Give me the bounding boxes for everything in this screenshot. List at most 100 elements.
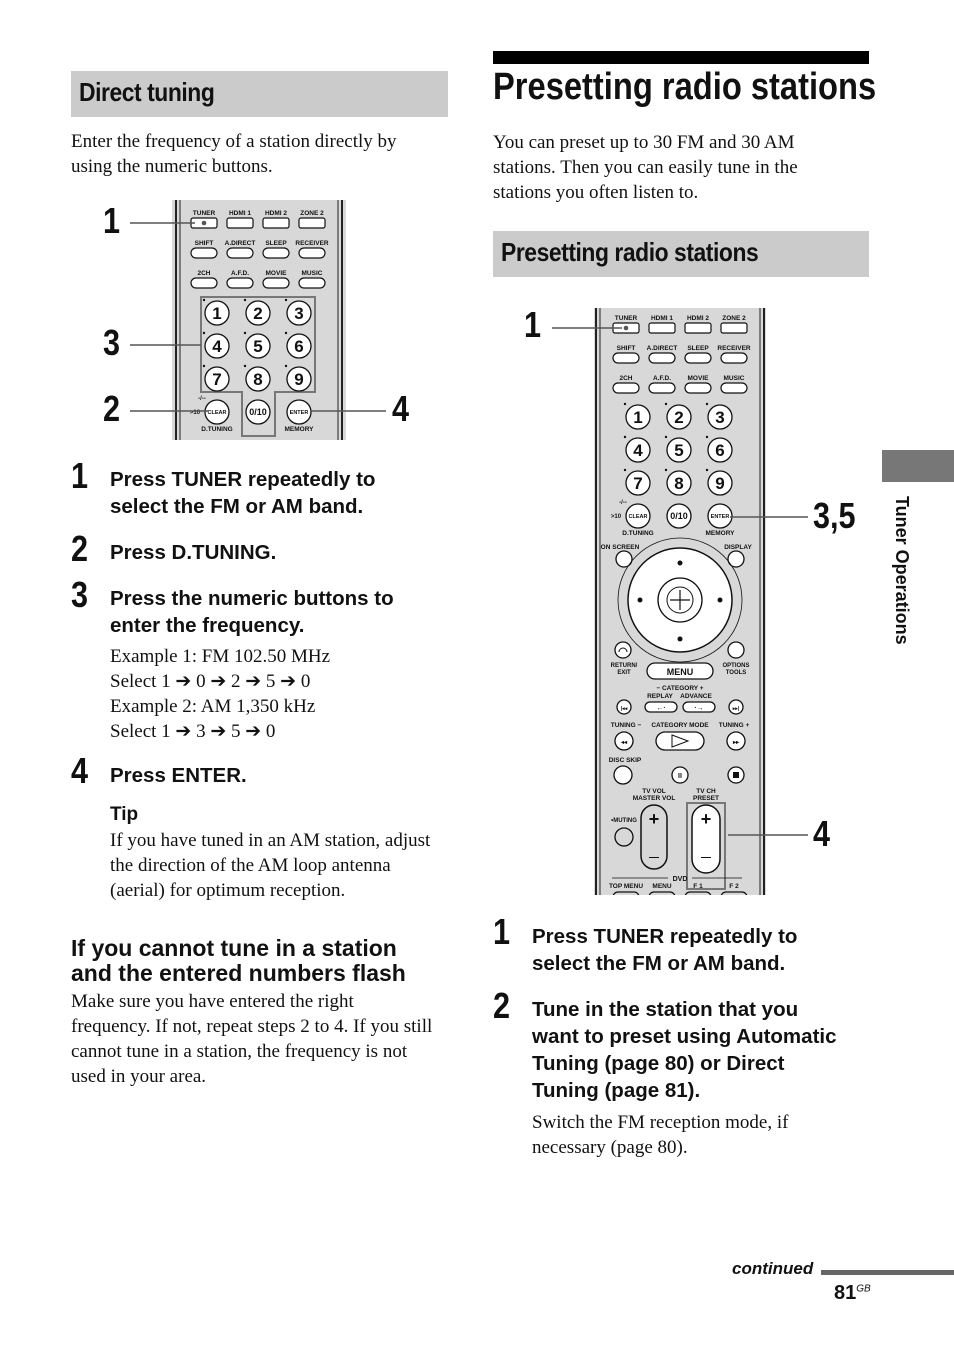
- arrow-up-icon[interactable]: [677, 560, 683, 566]
- movie-button[interactable]: [262, 277, 290, 289]
- zone-2-button[interactable]: [720, 322, 748, 334]
- f-2-button[interactable]: [720, 891, 748, 895]
- remote-label: ▸▸: [732, 740, 740, 746]
- muting-button[interactable]: [614, 827, 634, 847]
- remote-label: CATEGORY MODE: [651, 722, 709, 729]
- intro-paragraph: Enter the frequency of a station directl…: [71, 129, 451, 179]
- digit-label: 5: [253, 337, 262, 356]
- play-button[interactable]: [655, 731, 705, 751]
- digit-label: 4: [212, 337, 222, 356]
- title-rule: [493, 51, 869, 64]
- step-number: 3: [71, 574, 89, 615]
- hdmi-1-button[interactable]: [648, 322, 676, 334]
- example-line: Select 1 ➔ 0 ➔ 2 ➔ 5 ➔ 0: [110, 671, 311, 692]
- step-line: Press TUNER repeatedly to: [110, 468, 376, 491]
- receiver-button[interactable]: [298, 247, 326, 259]
- shift-button[interactable]: [190, 247, 218, 259]
- step-2-note: Switch the FM reception mode, if necessa…: [532, 1110, 788, 1160]
- 2ch-button[interactable]: [190, 277, 218, 289]
- a-f-d-button[interactable]: [648, 382, 676, 394]
- f-1-button[interactable]: [684, 891, 712, 895]
- top-menu-button[interactable]: [612, 891, 640, 895]
- remote-label: •MUTING: [611, 818, 637, 824]
- options-button[interactable]: [727, 641, 745, 659]
- side-tab-marker: [882, 450, 954, 482]
- hdmi-2-button[interactable]: [262, 217, 290, 229]
- disc-skip-button[interactable]: [613, 765, 633, 785]
- tip-label: Tip: [110, 804, 139, 825]
- example-line: Example 2: AM 1,350 kHz: [110, 696, 316, 717]
- hdmi-1-button[interactable]: [226, 217, 254, 229]
- step-line: Tuning (page 81).: [532, 1079, 701, 1102]
- side-tab-label: Tuner Operations: [892, 496, 912, 645]
- arrow-down-icon[interactable]: [677, 636, 683, 642]
- remote-label: A.DIRECT: [647, 345, 678, 352]
- remote-label: DISPLAY: [724, 544, 752, 551]
- shift-button[interactable]: [612, 352, 640, 364]
- digit-label: 7: [633, 474, 642, 493]
- hdmi-2-button[interactable]: [684, 322, 712, 334]
- a-direct-button[interactable]: [226, 247, 254, 259]
- step-line: Press TUNER repeatedly to: [532, 925, 798, 948]
- dot: [623, 468, 627, 472]
- 2ch-button[interactable]: [612, 382, 640, 394]
- callout-4: 4: [392, 388, 410, 429]
- remote-label: ZONE 2: [300, 210, 324, 217]
- callout-3: 3: [103, 322, 121, 363]
- music-button[interactable]: [720, 382, 748, 394]
- step-line: select the FM or AM band.: [110, 495, 364, 518]
- menu-button[interactable]: [648, 891, 676, 895]
- dot: [284, 331, 288, 335]
- section-title: Direct tuning: [79, 77, 215, 107]
- tip-text: If you have tuned in an AM station, adju…: [110, 828, 430, 903]
- remote-label: -/--: [198, 396, 206, 402]
- receiver-button[interactable]: [720, 352, 748, 364]
- remote-label: HDMI 1: [229, 210, 251, 217]
- step-number: 1: [71, 455, 89, 496]
- sleep-button[interactable]: [262, 247, 290, 259]
- on-screen-button[interactable]: [615, 550, 633, 568]
- remote-label: MASTER VOL: [633, 795, 676, 802]
- dot: [664, 435, 668, 439]
- sleep-button[interactable]: [684, 352, 712, 364]
- a-direct-button[interactable]: [648, 352, 676, 364]
- remote-label: 2CH: [619, 375, 632, 382]
- arrow-left-icon[interactable]: [637, 597, 643, 603]
- remote-label: − CATEGORY +: [656, 685, 703, 692]
- remote-label: D.TUNING: [201, 426, 232, 433]
- zone-2-button[interactable]: [298, 217, 326, 229]
- remote-label: ←·: [656, 705, 665, 712]
- display-button[interactable]: [727, 550, 745, 568]
- digit-label: 9: [715, 474, 724, 493]
- a-f-d-button[interactable]: [226, 277, 254, 289]
- arrow-right-icon[interactable]: [717, 597, 723, 603]
- tuner-indicator: [201, 220, 207, 226]
- digit-label: 4: [633, 441, 643, 460]
- step-line: want to preset using Automatic: [532, 1025, 837, 1048]
- return-button[interactable]: [614, 641, 632, 659]
- remote-label: TOOLS: [726, 670, 747, 676]
- dot: [243, 331, 247, 335]
- remote-label: MEMORY: [705, 530, 735, 537]
- dot: [243, 298, 247, 302]
- step-number: 1: [493, 911, 511, 952]
- remote-label: MUSIC: [302, 270, 323, 277]
- dot: [202, 331, 206, 335]
- step-line: enter the frequency.: [110, 614, 305, 637]
- remote-label: SLEEP: [687, 345, 709, 352]
- remote-label: HDMI 2: [687, 315, 709, 322]
- remote-label: TV VOL: [642, 788, 666, 795]
- remote-label: +: [701, 809, 712, 829]
- digit-label: 7: [212, 370, 221, 389]
- callout-1: 1: [524, 304, 542, 345]
- dot: [284, 364, 288, 368]
- movie-button[interactable]: [684, 382, 712, 394]
- remote-label: DVD: [673, 876, 688, 883]
- digit-label: 8: [253, 370, 262, 389]
- step-4-text: Press ENTER.: [110, 762, 247, 789]
- intro-line: stations. Then you can easily tune in th…: [493, 157, 798, 178]
- remote-label: ZONE 2: [722, 315, 746, 322]
- remote-label: RETURN/: [611, 663, 638, 669]
- remote-label: PRESET: [693, 795, 719, 802]
- music-button[interactable]: [298, 277, 326, 289]
